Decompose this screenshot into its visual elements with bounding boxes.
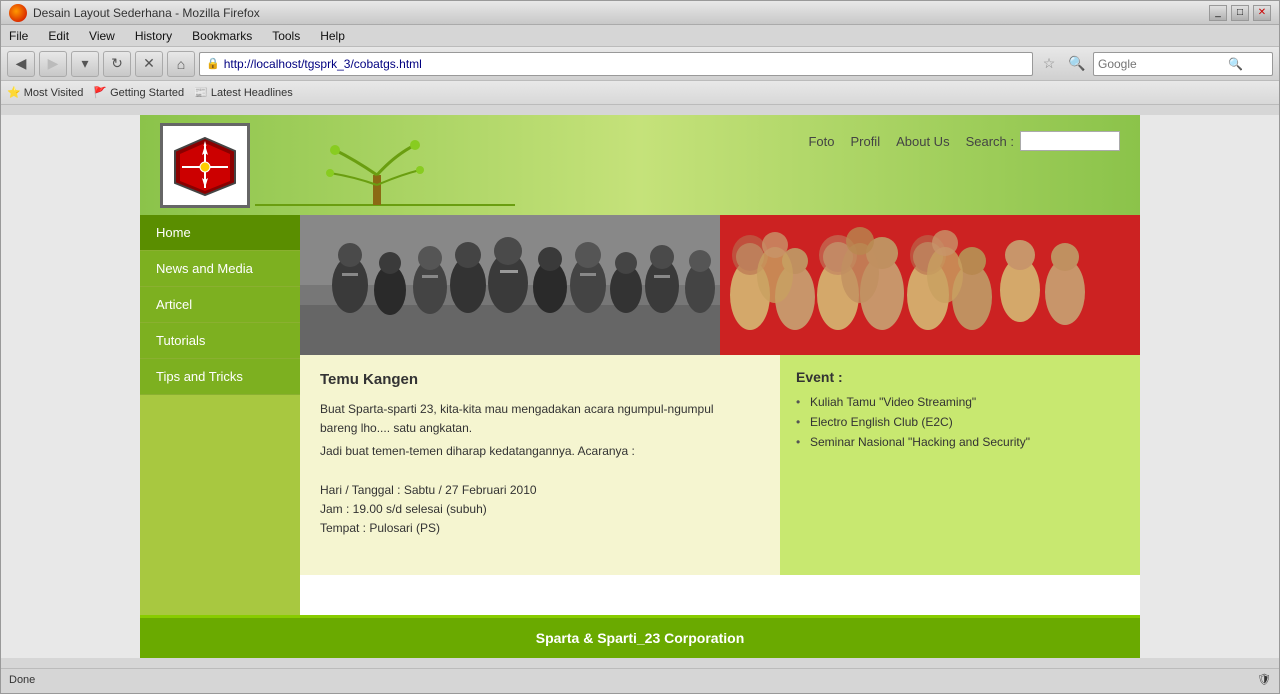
- page-wrapper: Foto Profil About Us Search : Home News …: [1, 115, 1279, 658]
- status-text: Done: [9, 674, 35, 686]
- maximize-button[interactable]: □: [1231, 5, 1249, 21]
- menu-history[interactable]: History: [131, 27, 176, 45]
- logo: [168, 130, 243, 200]
- article-body: Buat Sparta-sparti 23, kita-kita mau men…: [320, 400, 760, 538]
- security-status-icon: 🛡: [1257, 673, 1271, 686]
- uniform-photo-svg: [720, 215, 1100, 355]
- event-panel: Event : Kuliah Tamu "Video Streaming" El…: [780, 355, 1140, 575]
- forward-button[interactable]: ▶: [39, 51, 67, 77]
- article-main: Temu Kangen Buat Sparta-sparti 23, kita-…: [300, 355, 780, 575]
- sidebar-item-articel[interactable]: Articel: [140, 287, 300, 323]
- banner-right-image: [720, 215, 1140, 355]
- menu-file[interactable]: File: [5, 27, 32, 45]
- address-input[interactable]: [224, 57, 1026, 71]
- bookmark-label: Latest Headlines: [211, 87, 293, 99]
- menu-bar: File Edit View History Bookmarks Tools H…: [1, 25, 1279, 47]
- article-place: Tempat : Pulosari (PS): [320, 519, 760, 538]
- group-photo-svg: [300, 215, 720, 355]
- article-time: Jam : 19.00 s/d selesai (subuh): [320, 500, 760, 519]
- stop-button[interactable]: ✕: [135, 51, 163, 77]
- nav-foto-link[interactable]: Foto: [808, 134, 834, 149]
- dropdown-button[interactable]: ▾: [71, 51, 99, 77]
- menu-view[interactable]: View: [85, 27, 119, 45]
- article-para-2: Jadi buat temen-temen diharap kedatangan…: [320, 442, 760, 461]
- back-button[interactable]: ◀: [7, 51, 35, 77]
- toolbar: ◀ ▶ ▾ ↻ ✕ ⌂ 🔒 ☆ 🔍 🔍: [1, 47, 1279, 81]
- home-button[interactable]: ⌂: [167, 51, 195, 77]
- search-input[interactable]: [1098, 57, 1228, 71]
- main-layout: Home News and Media Articel Tutorials Ti…: [140, 215, 1140, 615]
- sidebar-item-news-and-media[interactable]: News and Media: [140, 251, 300, 287]
- browser-window: Desain Layout Sederhana - Mozilla Firefo…: [0, 0, 1280, 694]
- nav-profil-link[interactable]: Profil: [850, 134, 880, 149]
- search-box: 🔍: [1093, 52, 1273, 76]
- status-bar: Done 🛡: [1, 668, 1279, 690]
- footer-text: Sparta & Sparti_23 Corporation: [536, 630, 745, 646]
- article-para-1: Buat Sparta-sparti 23, kita-kita mau men…: [320, 400, 760, 438]
- security-icon: 🔒: [206, 57, 220, 70]
- firefox-logo-icon: [9, 4, 27, 22]
- menu-help[interactable]: Help: [316, 27, 349, 45]
- logo-box: [160, 123, 250, 208]
- event-item-3: Seminar Nasional "Hacking and Security": [796, 435, 1124, 449]
- title-bar: Desain Layout Sederhana - Mozilla Firefo…: [1, 1, 1279, 25]
- title-bar-left: Desain Layout Sederhana - Mozilla Firefo…: [9, 4, 260, 22]
- site-footer: Sparta & Sparti_23 Corporation: [140, 615, 1140, 658]
- flag-icon: 🚩: [93, 86, 107, 99]
- article-date: Hari / Tanggal : Sabtu / 27 Februari 201…: [320, 481, 760, 500]
- article-section: Temu Kangen Buat Sparta-sparti 23, kita-…: [300, 355, 1140, 575]
- site-header: Foto Profil About Us Search :: [140, 115, 1140, 215]
- tree-decoration: [255, 135, 455, 210]
- window-controls: _ □ ✕: [1209, 5, 1271, 21]
- bookmark-getting-started[interactable]: 🚩 Getting Started: [93, 86, 184, 99]
- article-title: Temu Kangen: [320, 371, 760, 388]
- sidebar: Home News and Media Articel Tutorials Ti…: [140, 215, 300, 615]
- sidebar-item-tutorials[interactable]: Tutorials: [140, 323, 300, 359]
- event-item-1: Kuliah Tamu "Video Streaming": [796, 395, 1124, 409]
- close-button[interactable]: ✕: [1253, 5, 1271, 21]
- header-search-input[interactable]: [1020, 131, 1120, 151]
- bookmark-latest-headlines[interactable]: 📰 Latest Headlines: [194, 86, 293, 99]
- event-item-2: Electro English Club (E2C): [796, 415, 1124, 429]
- minimize-button[interactable]: _: [1209, 5, 1227, 21]
- menu-tools[interactable]: Tools: [268, 27, 304, 45]
- event-title: Event :: [796, 369, 1124, 385]
- search-engine-button[interactable]: 🔍: [1065, 52, 1089, 76]
- header-nav: Foto Profil About Us Search :: [808, 131, 1120, 151]
- bookmark-most-visited[interactable]: ⭐ Most Visited: [7, 86, 83, 99]
- menu-edit[interactable]: Edit: [44, 27, 73, 45]
- star-icon: ⭐: [7, 86, 21, 99]
- bookmark-label: Getting Started: [110, 87, 184, 99]
- bookmark-label: Most Visited: [24, 87, 84, 99]
- logo-svg: [170, 133, 240, 198]
- banner-row: [300, 215, 1140, 355]
- bookmarks-bar: ⭐ Most Visited 🚩 Getting Started 📰 Lates…: [1, 81, 1279, 105]
- event-list: Kuliah Tamu "Video Streaming" Electro En…: [796, 395, 1124, 449]
- sidebar-item-home[interactable]: Home: [140, 215, 300, 251]
- nav-about-link[interactable]: About Us: [896, 134, 949, 149]
- search-submit-icon[interactable]: 🔍: [1228, 57, 1243, 71]
- sidebar-item-tips-and-tricks[interactable]: Tips and Tricks: [140, 359, 300, 395]
- address-bar[interactable]: 🔒: [199, 52, 1033, 76]
- window-title: Desain Layout Sederhana - Mozilla Firefo…: [33, 6, 260, 20]
- search-label: Search :: [966, 134, 1014, 149]
- rss-icon: 📰: [194, 86, 208, 99]
- reload-button[interactable]: ↻: [103, 51, 131, 77]
- website: Foto Profil About Us Search : Home News …: [140, 115, 1140, 658]
- bookmark-star-button[interactable]: ☆: [1037, 52, 1061, 76]
- banner-left-image: [300, 215, 720, 355]
- header-search: Search :: [966, 131, 1120, 151]
- menu-bookmarks[interactable]: Bookmarks: [188, 27, 256, 45]
- content-area: Temu Kangen Buat Sparta-sparti 23, kita-…: [300, 215, 1140, 615]
